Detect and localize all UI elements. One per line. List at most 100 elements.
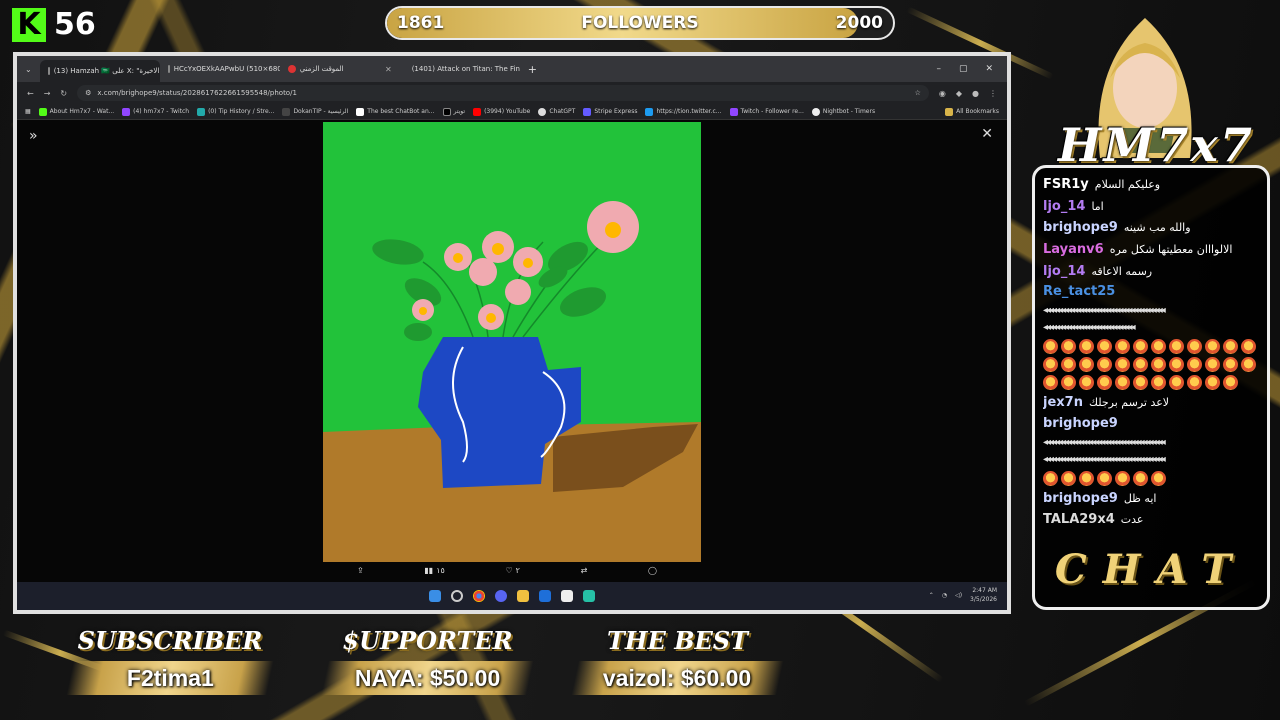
- star-icon[interactable]: ☆: [915, 89, 921, 97]
- close-viewer-icon[interactable]: ✕: [981, 126, 993, 142]
- folder-icon[interactable]: [517, 590, 529, 602]
- all-bookmarks[interactable]: All Bookmarks: [945, 107, 999, 116]
- profile-icon[interactable]: ●: [972, 89, 979, 98]
- chat-message: jex7n لاعد ترسم برجلك: [1043, 392, 1261, 414]
- menu-icon[interactable]: ⋮: [989, 89, 997, 98]
- browser-tab-bar: ⌄ (13) Hamzah 🇸🇦 على X: "الاخيرة" ✕ HCcY…: [17, 56, 1007, 82]
- viewer-count: 56: [54, 7, 96, 42]
- close-tab-icon[interactable]: ✕: [385, 65, 392, 74]
- windows-start-icon[interactable]: [429, 590, 441, 602]
- expand-icon[interactable]: »: [29, 128, 38, 144]
- like-button[interactable]: ♡ ٢: [505, 566, 519, 575]
- emote-icon: [1187, 356, 1202, 372]
- chat-username[interactable]: TALA29x4: [1043, 512, 1115, 527]
- extension-icon[interactable]: ◆: [956, 89, 962, 98]
- emote-icon: [1151, 470, 1166, 486]
- tab-2[interactable]: HCcYxOEXkAAPwbU (510×680) ✕: [160, 59, 280, 79]
- chat-username[interactable]: brighope9: [1043, 220, 1118, 235]
- chat-message: brighope9 ◂◂◂◂◂◂◂◂◂◂◂◂◂◂◂◂◂◂◂◂◂◂◂◂◂◂◂◂◂◂…: [1043, 414, 1261, 488]
- views-count: ١٥: [436, 565, 445, 575]
- twitch-icon: [729, 107, 738, 116]
- emote-icon: [1097, 338, 1112, 354]
- chat-username[interactable]: Layanv6: [1043, 242, 1104, 257]
- app-icon[interactable]: [583, 590, 595, 602]
- chat-username[interactable]: Re_tact25: [1043, 284, 1115, 299]
- tab-1[interactable]: (13) Hamzah 🇸🇦 على X: "الاخيرة" ✕: [39, 60, 160, 82]
- chat-panel: FSR1y وعليكم السلام ljo_14 اما brighope9…: [1032, 165, 1270, 610]
- maximize-button[interactable]: ▢: [959, 64, 968, 74]
- emote-icon: [1079, 470, 1094, 486]
- emote-icon: [1097, 356, 1112, 372]
- post-actions-bar: ⇪ ▮▮ ١٥ ♡ ٢ ⇄ ◯: [357, 560, 657, 580]
- site-info-icon[interactable]: ⚙: [85, 89, 91, 97]
- chat-message: Re_tact25 ◂◂◂◂◂◂◂◂◂◂◂◂◂◂◂◂◂◂◂◂◂◂◂◂◂◂◂◂◂◂…: [1043, 282, 1261, 392]
- apps-icon[interactable]: ▦: [25, 108, 31, 115]
- share-button[interactable]: ⇪: [357, 566, 364, 575]
- best-bar: vaizol: $60.00: [571, 661, 784, 695]
- chat-text: عدت: [1120, 513, 1144, 527]
- bookmark-item[interactable]: (0) Tip History / Stre...: [197, 107, 274, 116]
- bookmark-item[interactable]: https://tion.twitter.c...: [645, 107, 722, 116]
- close-window-button[interactable]: ✕: [985, 64, 993, 74]
- repost-button[interactable]: ⇄: [581, 566, 588, 575]
- emote-icon: [1079, 374, 1094, 390]
- emote-icon: [1133, 470, 1148, 486]
- reload-icon[interactable]: ↻: [60, 89, 67, 98]
- bookmark-item[interactable]: The best ChatBot an...: [356, 107, 435, 116]
- bookmark-item[interactable]: ChatGPT: [538, 107, 575, 116]
- spam-arrows: ◂◂◂◂◂◂◂◂◂◂◂◂◂◂◂◂◂◂◂◂◂◂◂◂◂◂◂◂◂◂◂◂◂◂◂◂◂◂◂◂: [1043, 304, 1166, 316]
- bookmark-item[interactable]: About Hm7x7 - Wat...: [38, 107, 114, 116]
- wifi-icon: ◔: [941, 591, 948, 599]
- clock[interactable]: 2:47 AM 3/5/2026: [970, 586, 997, 604]
- chat-title: CHAT: [1054, 546, 1248, 593]
- emote-icon: [1043, 338, 1058, 354]
- tab-4[interactable]: (1401) Attack on Titan: The Fin ✕: [400, 59, 520, 79]
- chat-text: ايه ظل: [1123, 491, 1157, 505]
- chat-username[interactable]: jex7n: [1043, 395, 1083, 410]
- emote-icon: [1097, 470, 1112, 486]
- supporter-badge: $UPPORTER NAYA: $50.00: [321, 626, 534, 695]
- tab-3[interactable]: الموقت الزمني ✕: [280, 59, 400, 79]
- kick-icon: [38, 107, 47, 116]
- x-icon: [167, 65, 170, 73]
- spam-arrows: ◂◂◂◂◂◂◂◂◂◂◂◂◂◂◂◂◂◂◂◂◂◂◂◂◂◂◂◂◂◂◂◂◂◂◂◂◂◂◂◂: [1043, 453, 1166, 465]
- chat-username[interactable]: FSR1y: [1043, 177, 1089, 192]
- chat-username[interactable]: brighope9: [1043, 416, 1118, 431]
- new-tab-button[interactable]: +: [520, 63, 545, 76]
- app-icon[interactable]: [561, 590, 573, 602]
- chat-username[interactable]: ljo_14: [1043, 264, 1085, 279]
- tab-search-icon[interactable]: ⌄: [17, 65, 40, 74]
- forward-icon[interactable]: →: [44, 89, 51, 98]
- chevron-up-icon[interactable]: ⌃: [929, 592, 934, 599]
- bookmark-item[interactable]: (3994) YouTube: [473, 107, 530, 116]
- bookmarks-bar: ▦ About Hm7x7 - Wat... (4) hm7x7 - Twitc…: [17, 104, 1007, 120]
- bookmark-item[interactable]: Stripe Express: [583, 107, 637, 116]
- discord-icon[interactable]: [495, 590, 507, 602]
- bookmark-item[interactable]: تويتر: [442, 107, 465, 116]
- kick-viewer-badge: K 56: [12, 7, 96, 42]
- volume-icon[interactable]: ◁): [955, 592, 962, 599]
- app-icon[interactable]: [539, 590, 551, 602]
- extension-icon[interactable]: ◉: [939, 89, 946, 98]
- chat-username[interactable]: brighope9: [1043, 491, 1118, 506]
- bookmark-item[interactable]: Nightbot - Timers: [811, 107, 875, 116]
- back-icon[interactable]: ←: [27, 89, 34, 98]
- views-button[interactable]: ▮▮ ١٥: [424, 566, 444, 575]
- chrome-icon[interactable]: [473, 590, 485, 602]
- reply-button[interactable]: ◯: [648, 566, 657, 575]
- bookmark-item[interactable]: (4) hm7x7 - Twitch: [122, 107, 189, 116]
- bookmark-item[interactable]: Twitch - Follower re...: [729, 107, 804, 116]
- emote-icon: [1079, 338, 1094, 354]
- emote-icon: [1133, 356, 1148, 372]
- chat-username[interactable]: ljo_14: [1043, 199, 1085, 214]
- minimize-button[interactable]: –: [936, 64, 941, 74]
- bookmark-item[interactable]: DokanTIP - الرئيسية: [282, 107, 348, 116]
- folder-icon: [945, 107, 954, 116]
- youtube-icon: [473, 107, 482, 116]
- url-field[interactable]: ⚙ x.com/brighope9/status/202861762266159…: [77, 85, 929, 101]
- repost-icon: ⇄: [580, 565, 588, 575]
- photo-viewer: » ✕ ⇪ ▮▮ ١٥ ♡ ٢ ⇄ ◯: [17, 120, 1007, 582]
- search-icon[interactable]: [451, 590, 463, 602]
- emote-icon: [1169, 356, 1184, 372]
- kick-logo-icon: K: [12, 7, 46, 42]
